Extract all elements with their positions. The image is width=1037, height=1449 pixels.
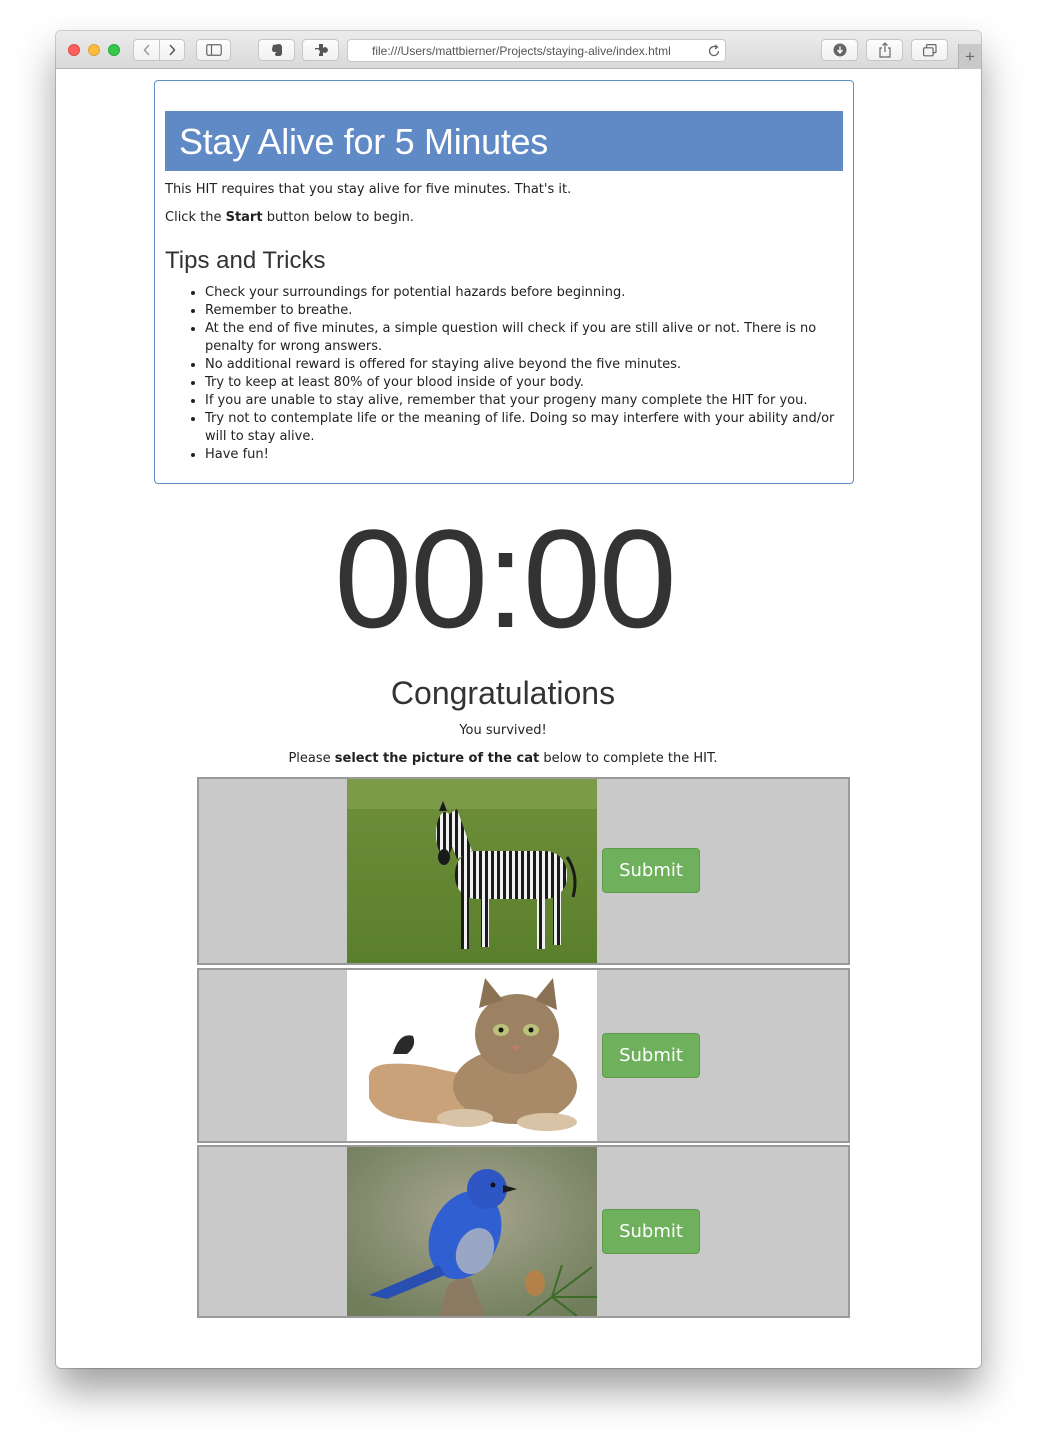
tabs-icon [922, 43, 937, 56]
minimize-window-button[interactable] [88, 44, 100, 56]
url-text: file:///Users/mattbierner/Projects/stayi… [372, 44, 671, 58]
extension-button[interactable] [302, 39, 339, 61]
browser-toolbar: file:///Users/mattbierner/Projects/stayi… [56, 31, 981, 69]
browser-window: file:///Users/mattbierner/Projects/stayi… [56, 31, 981, 1368]
tip-item: Try not to contemplate life or the meani… [205, 410, 845, 446]
submit-bluebird-button[interactable]: Submit [602, 1209, 700, 1254]
page-title: Stay Alive for 5 Minutes [179, 121, 548, 162]
close-window-button[interactable] [68, 44, 80, 56]
plus-icon: + [965, 46, 975, 66]
tip-item: No additional reward is offered for stay… [205, 356, 845, 374]
tips-list: Check your surroundings for potential ha… [165, 284, 845, 464]
start-instruction: Click the Start button below to begin. [165, 210, 414, 225]
tip-item: Remember to breathe. [205, 302, 845, 320]
page-content: Stay Alive for 5 Minutes This HIT requir… [56, 69, 981, 1368]
zebra-image [347, 779, 597, 963]
tip-item: If you are unable to stay alive, remembe… [205, 392, 845, 410]
survived-text: You survived! [459, 723, 547, 738]
choice-row-zebra: Submit [197, 777, 850, 965]
tip-item: Check your surroundings for potential ha… [205, 284, 845, 302]
new-tab-button[interactable]: + [958, 44, 981, 69]
evernote-icon [271, 44, 282, 56]
history-nav [133, 39, 185, 61]
share-icon [878, 42, 891, 58]
cat-image [347, 970, 597, 1141]
reload-button[interactable] [707, 43, 721, 62]
chevron-right-icon [169, 44, 176, 56]
evernote-extension-button[interactable] [258, 39, 295, 61]
reload-icon [708, 44, 720, 57]
submit-zebra-button[interactable]: Submit [602, 848, 700, 893]
tabs-overview-button[interactable] [911, 39, 948, 61]
intro-text: This HIT requires that you stay alive fo… [165, 182, 572, 197]
sidebar-button[interactable] [196, 39, 231, 61]
download-icon [833, 43, 846, 57]
puzzle-icon [314, 44, 328, 56]
share-button[interactable] [866, 39, 903, 61]
zoom-window-button[interactable] [108, 44, 120, 56]
instructions-panel: Stay Alive for 5 Minutes This HIT requir… [154, 80, 854, 484]
tip-item: Have fun! [205, 446, 845, 464]
tips-heading: Tips and Tricks [165, 247, 326, 274]
instr-prefix: Please [288, 751, 335, 766]
choice-row-cat: Submit [197, 968, 850, 1143]
sidebar-icon [205, 44, 222, 56]
submit-cat-button[interactable]: Submit [602, 1033, 700, 1078]
choice-row-bluebird: Submit [197, 1145, 850, 1318]
title-banner: Stay Alive for 5 Minutes [165, 111, 843, 171]
start-bold: Start [225, 210, 263, 225]
instr-bold: select the picture of the cat [334, 751, 540, 766]
congratulations-heading: Congratulations [390, 675, 616, 711]
start-prefix: Click the [165, 210, 226, 225]
tip-item: At the end of five minutes, a simple que… [205, 320, 845, 356]
tip-item: Try to keep at least 80% of your blood i… [205, 374, 845, 392]
chevron-left-icon [142, 44, 150, 56]
bluebird-image [347, 1147, 597, 1316]
countdown-timer: 00:00 [334, 500, 676, 657]
downloads-button[interactable] [821, 39, 858, 61]
instr-suffix: below to complete the HIT. [539, 751, 718, 766]
cat-instruction: Please select the picture of the cat bel… [56, 751, 950, 766]
back-button[interactable] [133, 39, 159, 61]
start-suffix: button below to begin. [262, 210, 414, 225]
forward-button[interactable] [159, 39, 185, 61]
address-bar[interactable]: file:///Users/mattbierner/Projects/stayi… [347, 39, 726, 62]
